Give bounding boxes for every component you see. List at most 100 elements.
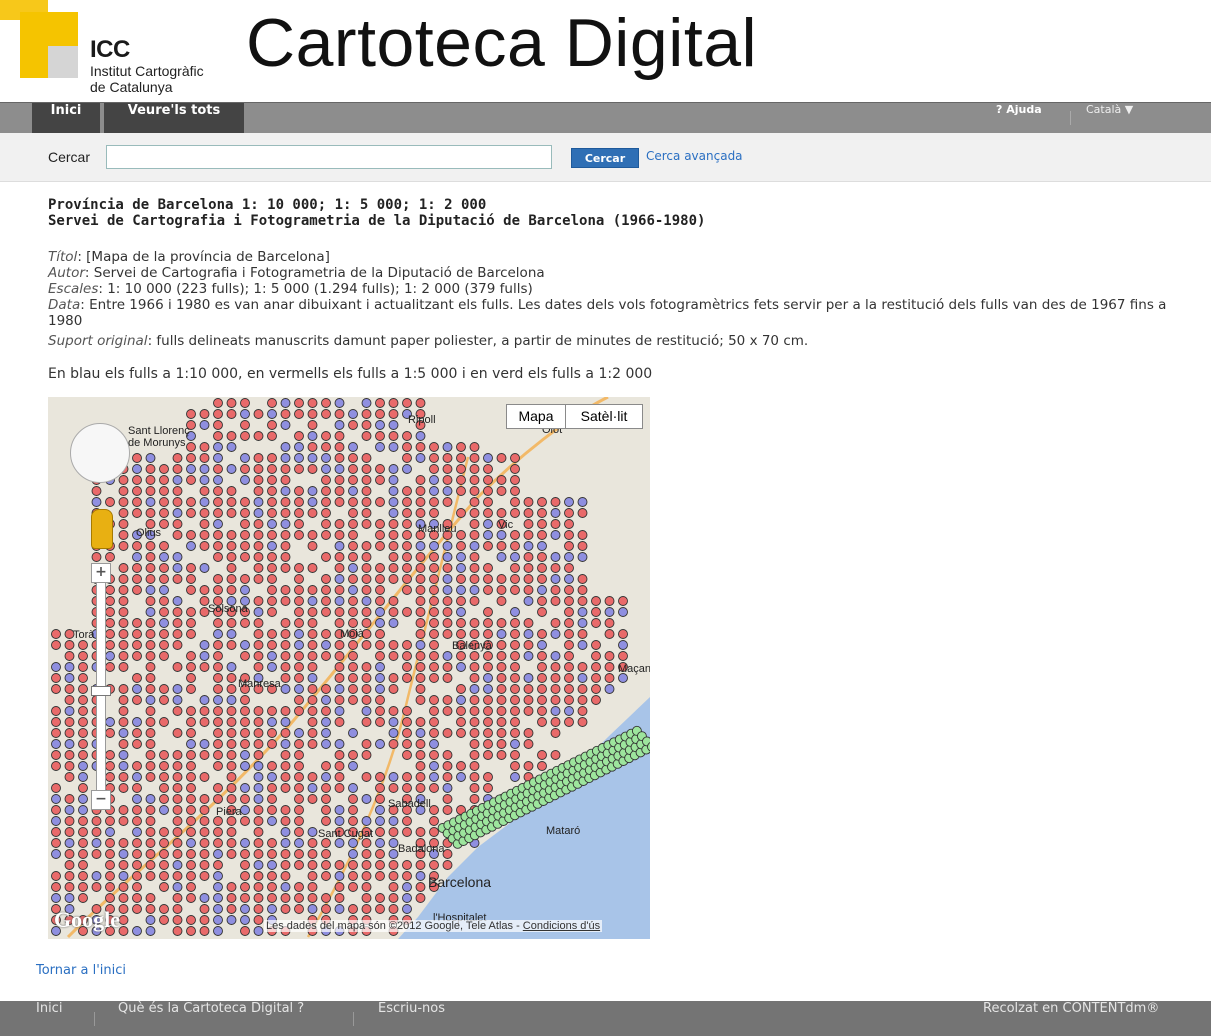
map-sheet-marker[interactable]: [577, 585, 588, 595]
map-sheet-marker[interactable]: [415, 574, 426, 584]
map-sheet-marker[interactable]: [159, 794, 169, 804]
map-sheet-marker[interactable]: [321, 739, 331, 749]
map-sheet-marker[interactable]: [307, 904, 318, 914]
map-sheet-marker[interactable]: [280, 497, 291, 507]
map-sheet-marker[interactable]: [294, 607, 304, 617]
map-sheet-marker[interactable]: [213, 794, 223, 804]
map-sheet-marker[interactable]: [361, 849, 372, 859]
map-sheet-marker[interactable]: [402, 651, 412, 661]
map-sheet-marker[interactable]: [429, 552, 439, 562]
map-sheet-marker[interactable]: [199, 805, 210, 815]
map-sheet-marker[interactable]: [280, 662, 291, 672]
map-sheet-marker[interactable]: [348, 530, 358, 540]
map-sheet-marker[interactable]: [550, 673, 561, 683]
map-canvas[interactable]: Ripoll Olot Sant Llorenç de Morunys Oliu…: [48, 397, 650, 939]
map-sheet-marker[interactable]: [213, 673, 223, 683]
map-sheet-marker[interactable]: [267, 860, 277, 870]
map-sheet-marker[interactable]: [442, 497, 453, 507]
terms-link[interactable]: Condicions d'ús: [523, 920, 600, 932]
map-sheet-marker[interactable]: [267, 783, 277, 793]
map-sheet-marker[interactable]: [348, 585, 358, 595]
map-sheet-marker[interactable]: [442, 772, 453, 782]
map-sheet-marker[interactable]: [159, 508, 169, 518]
map-sheet-marker[interactable]: [334, 860, 345, 870]
map-sheet-marker[interactable]: [469, 651, 480, 661]
map-sheet-marker[interactable]: [334, 783, 345, 793]
map-sheet-marker[interactable]: [240, 497, 250, 507]
map-sheet-marker[interactable]: [280, 706, 291, 716]
map-sheet-marker[interactable]: [105, 728, 115, 738]
map-sheet-marker[interactable]: [213, 453, 223, 463]
map-sheet-marker[interactable]: [132, 904, 142, 914]
map-sheet-marker[interactable]: [307, 882, 318, 892]
map-sheet-marker[interactable]: [348, 640, 358, 650]
map-sheet-marker[interactable]: [172, 750, 183, 760]
map-sheet-marker[interactable]: [91, 871, 102, 881]
map-sheet-marker[interactable]: [361, 904, 372, 914]
map-sheet-marker[interactable]: [523, 706, 534, 716]
map-sheet-marker[interactable]: [321, 728, 331, 738]
map-sheet-marker[interactable]: [402, 585, 412, 595]
map-sheet-marker[interactable]: [402, 431, 412, 441]
map-sheet-marker[interactable]: [145, 563, 156, 573]
map-sheet-marker[interactable]: [145, 827, 156, 837]
map-sheet-marker[interactable]: [469, 794, 480, 804]
map-sheet-marker[interactable]: [172, 607, 183, 617]
map-sheet-marker[interactable]: [64, 695, 75, 705]
map-sheet-marker[interactable]: [429, 706, 439, 716]
map-sheet-marker[interactable]: [361, 585, 372, 595]
map-sheet-marker[interactable]: [186, 783, 196, 793]
map-sheet-marker[interactable]: [213, 585, 223, 595]
map-sheet-marker[interactable]: [145, 585, 156, 595]
map-sheet-marker[interactable]: [226, 618, 237, 628]
map-sheet-marker[interactable]: [213, 783, 223, 793]
map-sheet-marker[interactable]: [510, 761, 520, 771]
map-sheet-marker[interactable]: [240, 640, 250, 650]
map-sheet-marker[interactable]: [280, 739, 291, 749]
map-sheet-marker[interactable]: [334, 431, 345, 441]
map-sheet-marker[interactable]: [132, 563, 142, 573]
map-sheet-marker[interactable]: [415, 475, 426, 485]
map-sheet-marker[interactable]: [213, 871, 223, 881]
map-sheet-marker[interactable]: [307, 783, 318, 793]
map-sheet-marker[interactable]: [172, 530, 183, 540]
map-sheet-marker[interactable]: [348, 442, 358, 452]
map-sheet-marker[interactable]: [564, 508, 574, 518]
map-sheet-marker[interactable]: [145, 596, 156, 606]
map-sheet-marker[interactable]: [172, 860, 183, 870]
map-sheet-marker[interactable]: [294, 464, 304, 474]
map-sheet-marker[interactable]: [186, 761, 196, 771]
map-sheet-marker[interactable]: [253, 805, 264, 815]
map-sheet-marker[interactable]: [145, 893, 156, 903]
map-sheet-marker[interactable]: [388, 772, 399, 782]
map-sheet-marker[interactable]: [537, 585, 547, 595]
map-sheet-marker[interactable]: [415, 662, 426, 672]
map-sheet-marker[interactable]: [186, 816, 196, 826]
map-sheet-marker[interactable]: [415, 772, 426, 782]
map-sheet-marker[interactable]: [226, 552, 237, 562]
map-sheet-marker[interactable]: [186, 541, 196, 551]
map-sheet-marker[interactable]: [172, 563, 183, 573]
map-sheet-marker[interactable]: [442, 475, 453, 485]
map-sheet-marker[interactable]: [226, 629, 237, 639]
map-sheet-marker[interactable]: [496, 475, 507, 485]
map-sheet-marker[interactable]: [564, 563, 574, 573]
map-sheet-marker[interactable]: [172, 519, 183, 529]
map-sheet-marker[interactable]: [442, 651, 453, 661]
map-sheet-marker[interactable]: [213, 684, 223, 694]
map-sheet-marker[interactable]: [172, 629, 183, 639]
map-sheet-marker[interactable]: [456, 618, 466, 628]
map-sheet-marker[interactable]: [375, 409, 385, 419]
map-sheet-marker[interactable]: [132, 574, 142, 584]
map-sheet-marker[interactable]: [213, 519, 223, 529]
map-sheet-marker[interactable]: [321, 431, 331, 441]
map-sheet-marker[interactable]: [456, 464, 466, 474]
map-sheet-marker[interactable]: [361, 475, 372, 485]
map-sheet-marker[interactable]: [132, 497, 142, 507]
map-sheet-marker[interactable]: [199, 816, 210, 826]
map-sheet-marker[interactable]: [550, 574, 561, 584]
map-sheet-marker[interactable]: [537, 662, 547, 672]
map-sheet-marker[interactable]: [280, 475, 291, 485]
map-sheet-marker[interactable]: [294, 453, 304, 463]
map-sheet-marker[interactable]: [348, 420, 358, 430]
